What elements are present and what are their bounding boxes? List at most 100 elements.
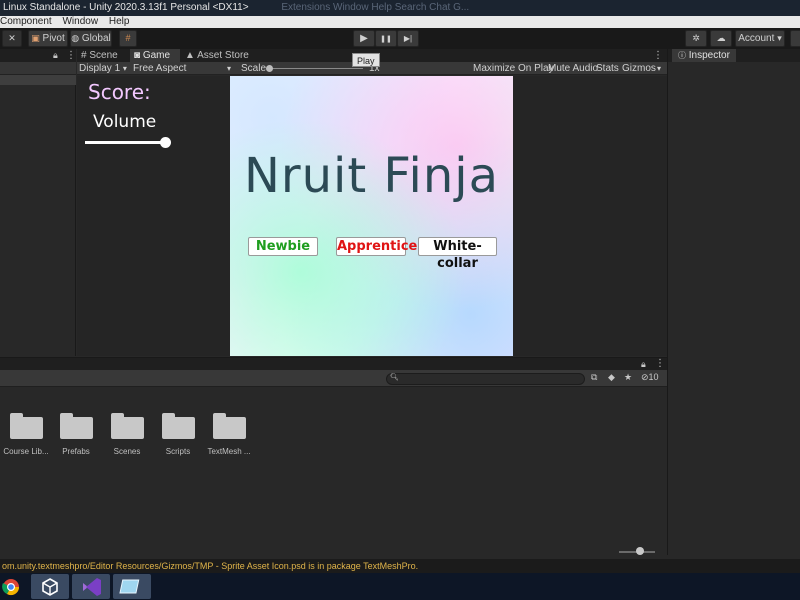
folder-icon (110, 413, 144, 439)
play-button[interactable]: ▶ (353, 30, 375, 47)
account-label: Account (738, 33, 775, 44)
folder-course-library[interactable]: Course Lib... (1, 413, 51, 456)
global-toggle[interactable]: ◍ Global (70, 30, 112, 47)
visual-studio-icon (83, 578, 101, 596)
unity-taskbar-app[interactable] (31, 574, 69, 599)
more-options-icon[interactable]: ⋮ (653, 49, 663, 62)
inspector-panel: ⓘ Inspector (667, 49, 800, 555)
unity-editor-window: Linux Standalone - Unity 2020.3.13f1 Per… (0, 0, 800, 600)
chrome-taskbar-app[interactable] (0, 574, 30, 599)
aspect-dropdown[interactable]: Free Aspect (133, 62, 186, 75)
hierarchy-tab-bar: 🔒︎ ⋮ (0, 49, 76, 62)
project-tab-bar: 🔒︎ ⋮ (0, 358, 667, 370)
scene-icon: # (81, 50, 87, 61)
pivot-icon: ▣ (31, 33, 40, 43)
white-collar-button[interactable]: White-collar (418, 237, 497, 271)
display-label: Display 1 (79, 63, 121, 74)
newbie-button[interactable]: Newbie (248, 237, 318, 256)
game-title: Nruit Finja (243, 148, 500, 204)
tab-asset-store[interactable]: ▲ Asset Store (181, 49, 251, 62)
inspector-tab-bar: ⓘ Inspector (668, 49, 800, 62)
chrome-icon (2, 579, 20, 596)
pause-button[interactable]: ❚❚ (375, 30, 397, 47)
more-options-icon[interactable]: ⋮ (655, 358, 665, 370)
mute-audio-toggle[interactable]: Mute Audio (548, 62, 598, 75)
aspect-label: Free Aspect (133, 63, 187, 74)
project-search-input[interactable]: 🔍︎ (386, 373, 585, 385)
console-status-bar[interactable]: om.unity.textmeshpro/Editor Resources/Gi… (0, 559, 800, 573)
main-toolbar: ✕ ▣ Pivot ◍ Global # ▶ ❚❚ ▶| ✲ ☁ Account (0, 28, 800, 49)
global-label: Global (81, 33, 111, 44)
folder-label: Course Lib... (3, 447, 49, 456)
step-button[interactable]: ▶| (397, 30, 419, 47)
project-panel: 🔒︎ ⋮ 🔍︎ ⧉ ◆ ★ ⊘10 Course Lib... Prefabs … (0, 357, 667, 559)
account-dropdown[interactable]: Account ▾ (735, 30, 785, 47)
more-options-icon[interactable]: ⋮ (66, 49, 76, 62)
filter-label-icon[interactable]: ◆ (608, 372, 615, 383)
volume-slider-knob[interactable] (160, 137, 171, 148)
play-icon: ▶ (360, 33, 368, 44)
notes-taskbar-app[interactable] (113, 574, 151, 599)
gizmos-toggle[interactable]: Gizmos (622, 62, 656, 75)
hidden-packages-toggle[interactable]: ⊘10 (641, 372, 659, 383)
scale-slider-track[interactable] (267, 68, 363, 69)
collab-icon: ✲ (692, 33, 700, 43)
folder-textmesh-pro[interactable]: TextMesh ... (204, 413, 254, 456)
display-dropdown[interactable]: Display 1 ▾ (79, 62, 127, 75)
step-icon: ▶| (403, 34, 413, 43)
hierarchy-scene-row[interactable] (0, 75, 76, 85)
hierarchy-panel: 🔒︎ ⋮ (0, 49, 76, 356)
lock-icon[interactable]: 🔒︎ (641, 358, 646, 370)
hidden-packages-count: 10 (648, 372, 659, 382)
cloud-button[interactable]: ☁ (710, 30, 732, 47)
folder-label: Prefabs (62, 447, 90, 456)
layers-dropdown[interactable] (790, 30, 800, 47)
maximize-on-play-toggle[interactable]: Maximize On Play (473, 62, 554, 75)
window-title: Linux Standalone - Unity 2020.3.13f1 Per… (3, 2, 249, 13)
folder-icon (161, 413, 195, 439)
grid-snap-button[interactable]: # (119, 30, 137, 47)
chevron-down-icon[interactable]: ▾ (227, 62, 231, 75)
filter-type-icon[interactable]: ⧉ (591, 372, 597, 383)
folder-icon (59, 413, 93, 439)
pivot-label: Pivot (42, 33, 65, 44)
tab-inspector-label: Inspector (688, 50, 730, 61)
os-taskbar (0, 573, 800, 600)
pivot-toggle[interactable]: ▣ Pivot (28, 30, 68, 47)
unity-icon (42, 578, 58, 596)
play-tooltip: Play (352, 53, 380, 67)
menu-component[interactable]: Component (0, 16, 52, 28)
tab-game[interactable]: ◙ Game (130, 49, 180, 62)
scale-slider-knob[interactable] (266, 65, 273, 72)
apprentice-button[interactable]: Apprentice (336, 237, 417, 256)
menu-window[interactable]: Window (62, 16, 98, 28)
game-canvas: Nruit Finja Newbie Apprentice White-coll… (230, 76, 513, 356)
folder-prefabs[interactable]: Prefabs (51, 413, 101, 456)
collab-button[interactable]: ✲ (685, 30, 707, 47)
star-icon[interactable]: ★ (624, 372, 632, 383)
title-bar: Linux Standalone - Unity 2020.3.13f1 Per… (0, 0, 800, 16)
folder-label: Scripts (165, 447, 191, 456)
stats-toggle[interactable]: Stats (596, 62, 619, 75)
wrench-icon: ✕ (8, 33, 16, 43)
icon-size-slider-knob[interactable] (636, 547, 644, 555)
chevron-down-icon: ▾ (777, 33, 782, 43)
hierarchy-search-row[interactable] (0, 62, 76, 75)
chevron-down-icon[interactable]: ▾ (657, 62, 661, 75)
pause-icon: ❚❚ (380, 36, 392, 43)
search-icon: 🔍︎ (390, 374, 399, 381)
asset-store-icon: ▲ (185, 50, 195, 61)
volume-slider-track[interactable] (85, 141, 167, 144)
visual-studio-taskbar-app[interactable] (72, 574, 110, 599)
tab-scene[interactable]: # Scene (77, 49, 129, 62)
folder-icon (9, 413, 43, 439)
folder-scenes[interactable]: Scenes (102, 413, 152, 456)
lock-icon[interactable]: 🔒︎ (53, 49, 58, 62)
tab-inspector[interactable]: ⓘ Inspector (672, 49, 736, 62)
tools-button[interactable]: ✕ (2, 30, 22, 47)
chevron-down-icon: ▾ (122, 64, 127, 73)
tab-scene-label: Scene (89, 50, 118, 61)
folder-scripts[interactable]: Scripts (153, 413, 203, 456)
tab-asset-store-label: Asset Store (197, 50, 249, 61)
menu-help[interactable]: Help (109, 16, 130, 28)
